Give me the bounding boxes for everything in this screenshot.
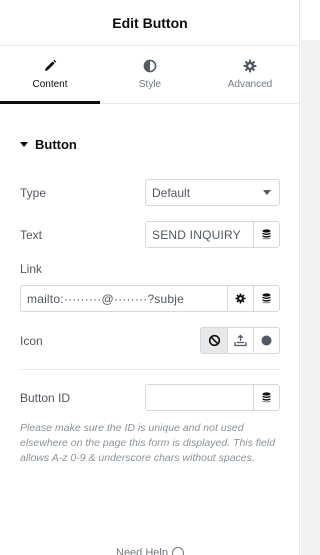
type-control: Type Default	[20, 179, 280, 206]
type-label: Type	[20, 185, 47, 200]
tab-content-label: Content	[32, 79, 68, 90]
editor-panel: Edit Button Content Style Advanced Butto…	[0, 0, 300, 555]
database-icon	[262, 392, 271, 403]
type-select-value: Default	[152, 185, 191, 200]
tab-advanced-label: Advanced	[227, 79, 273, 90]
tab-style-label: Style	[138, 79, 162, 90]
link-dynamic-tags-button[interactable]	[253, 286, 279, 311]
database-icon	[262, 229, 271, 240]
preview-gutter	[301, 0, 320, 555]
text-label: Text	[20, 227, 43, 242]
section-divider	[20, 369, 280, 370]
tab-content[interactable]: Content	[0, 46, 100, 104]
button-id-input-group	[145, 384, 280, 411]
button-id-input[interactable]	[146, 385, 253, 410]
panel-title: Edit Button	[112, 14, 188, 31]
section-toggle-button[interactable]: Button	[20, 137, 77, 152]
icon-choices	[200, 327, 280, 354]
text-input[interactable]: SEND INQUIRY	[146, 222, 253, 247]
gear-icon	[235, 293, 246, 304]
panel-tabs: Content Style Advanced	[0, 46, 299, 104]
caret-down-icon	[20, 142, 28, 147]
button-id-control: Button ID	[20, 384, 280, 411]
database-icon	[262, 293, 271, 304]
button-id-label: Button ID	[20, 390, 71, 405]
link-input[interactable]: mailto:·········@········?subje	[21, 286, 227, 311]
need-help-label: Need Help	[116, 547, 168, 555]
link-input-group: mailto:·········@········?subje	[20, 285, 280, 312]
icon-control: Icon	[20, 327, 280, 354]
half-circle-icon	[143, 59, 157, 73]
chevron-down-icon	[263, 190, 271, 195]
button-id-help-text: Please make sure the ID is unique and no…	[20, 422, 276, 464]
ban-icon	[208, 334, 220, 347]
icon-label: Icon	[20, 333, 43, 348]
need-help-link[interactable]: Need Help	[116, 547, 184, 555]
upload-icon	[234, 334, 247, 347]
dynamic-tags-button[interactable]	[253, 222, 279, 247]
type-select[interactable]: Default	[145, 179, 280, 206]
text-control: Text SEND INQUIRY	[20, 221, 280, 248]
link-label: Link	[20, 262, 43, 276]
tab-advanced[interactable]: Advanced	[200, 46, 299, 103]
button-id-dynamic-tags-button[interactable]	[253, 385, 279, 410]
preview-area	[301, 40, 320, 555]
icon-choice-upload[interactable]	[227, 328, 253, 353]
pencil-icon	[45, 59, 57, 71]
section-title: Button	[35, 137, 77, 152]
panel-header: Edit Button	[0, 0, 299, 46]
link-label-row: Link	[20, 262, 280, 276]
question-circle-icon	[171, 547, 184, 555]
circle-icon	[261, 335, 272, 346]
icon-choice-none[interactable]	[201, 328, 227, 353]
tab-style[interactable]: Style	[100, 46, 200, 103]
link-options-button[interactable]	[227, 286, 253, 311]
text-input-group: SEND INQUIRY	[145, 221, 280, 248]
icon-choice-library[interactable]	[253, 328, 279, 353]
link-control: mailto:·········@········?subje	[20, 285, 280, 312]
gear-icon	[243, 59, 257, 73]
